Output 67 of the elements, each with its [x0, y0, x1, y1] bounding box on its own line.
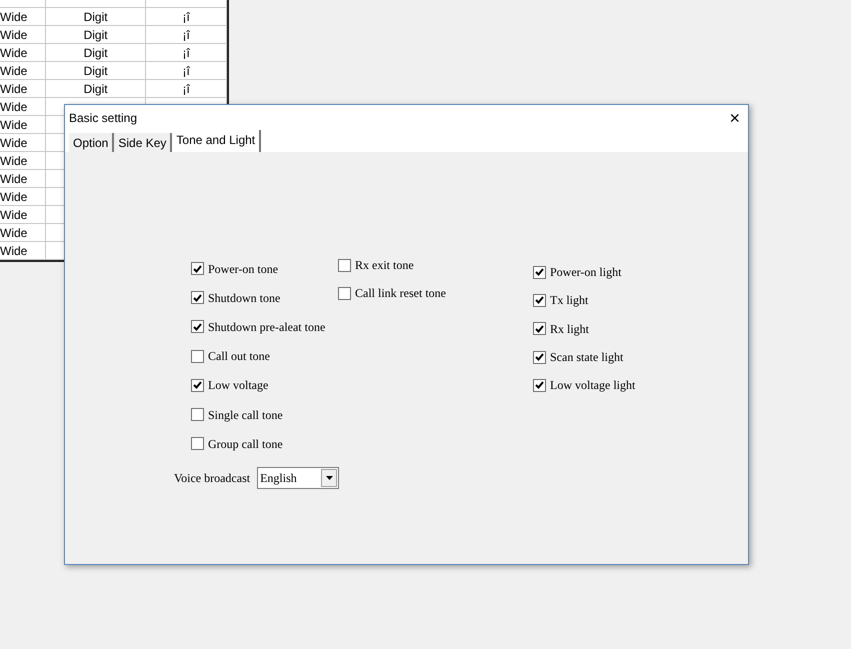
table-cell: Digit [84, 82, 108, 94]
checkbox-label: Power-on tone [208, 260, 278, 278]
checkbox[interactable] [191, 291, 204, 304]
checkmark-icon [193, 264, 202, 273]
checkbox-label: Call out tone [208, 348, 270, 366]
checkbox[interactable] [533, 322, 546, 336]
table-cell: Wide [0, 82, 28, 94]
table-cell: Digit [84, 10, 108, 22]
table-cell: Wide [0, 226, 28, 238]
checkbox-label: Group call tone [208, 436, 283, 453]
checkbox-label: Shutdown tone [208, 290, 280, 307]
table-cell: ¡î [182, 46, 190, 58]
checkbox-label: Call link reset tone [355, 285, 446, 302]
table-cell: Wide [0, 100, 28, 112]
table-cell: Wide [0, 190, 28, 202]
checkbox-label: Low voltage [208, 377, 268, 394]
table-cell: ¡î [182, 64, 190, 76]
checkmark-icon [193, 381, 202, 390]
table-cell: Wide [0, 154, 28, 166]
checkbox[interactable] [338, 258, 351, 272]
table-cell: Wide [0, 172, 28, 184]
table-cell: Wide [0, 10, 28, 22]
window-title: Basic setting [69, 110, 138, 126]
table-cell: ¡î [182, 82, 190, 94]
checkbox[interactable] [191, 350, 204, 363]
checkmark-icon [535, 324, 544, 333]
checkbox-label: Low voltage light [550, 377, 636, 394]
checkbox-label: Rx exit tone [355, 257, 414, 274]
table-cell: Wide [0, 64, 28, 76]
checkmark-icon [193, 294, 202, 302]
table-cell: Wide [0, 118, 28, 130]
checkbox-label: Single call tone [208, 406, 283, 424]
checkbox-label: Shutdown pre-aleat tone [208, 318, 326, 336]
table-cell: Digit [84, 46, 108, 58]
voice-broadcast-label: Voice broadcast [174, 470, 250, 488]
table-cell: Wide [0, 208, 28, 220]
table-cell: Wide [0, 46, 28, 58]
checkbox[interactable] [533, 294, 546, 307]
tab[interactable]: Option [69, 133, 114, 152]
checkbox[interactable] [533, 378, 546, 392]
checkbox[interactable] [338, 286, 351, 300]
checkbox[interactable] [191, 262, 204, 276]
table-cell: Wide [0, 136, 28, 148]
tab[interactable]: Side Key [114, 133, 172, 152]
checkbox-label: Rx light [550, 320, 590, 338]
checkbox[interactable] [533, 350, 546, 364]
checkbox[interactable] [191, 320, 204, 334]
table-cell: Digit [84, 28, 108, 40]
checkbox[interactable] [191, 437, 204, 450]
checkmark-icon [535, 268, 544, 276]
table-cell: Wide [0, 244, 28, 256]
checkbox-label: Power-on light [550, 264, 622, 282]
checkmark-icon [535, 381, 544, 390]
checkmark-icon [535, 296, 544, 304]
table-cell: Wide [0, 28, 28, 40]
checkbox-label: Scan state light [550, 349, 624, 366]
voice-broadcast-dropdown[interactable]: English [257, 467, 340, 490]
checkbox[interactable] [191, 378, 204, 392]
close-button[interactable]: × [729, 108, 740, 126]
checkmark-icon [535, 353, 544, 362]
table-cell: ¡î [182, 10, 190, 22]
checkbox-label: Tx light [550, 292, 588, 310]
checkbox[interactable] [533, 266, 546, 279]
table-cell: Digit [84, 64, 108, 76]
table-cell: ¡î [182, 28, 190, 40]
checkbox[interactable] [191, 408, 204, 422]
checkmark-icon [193, 322, 202, 331]
